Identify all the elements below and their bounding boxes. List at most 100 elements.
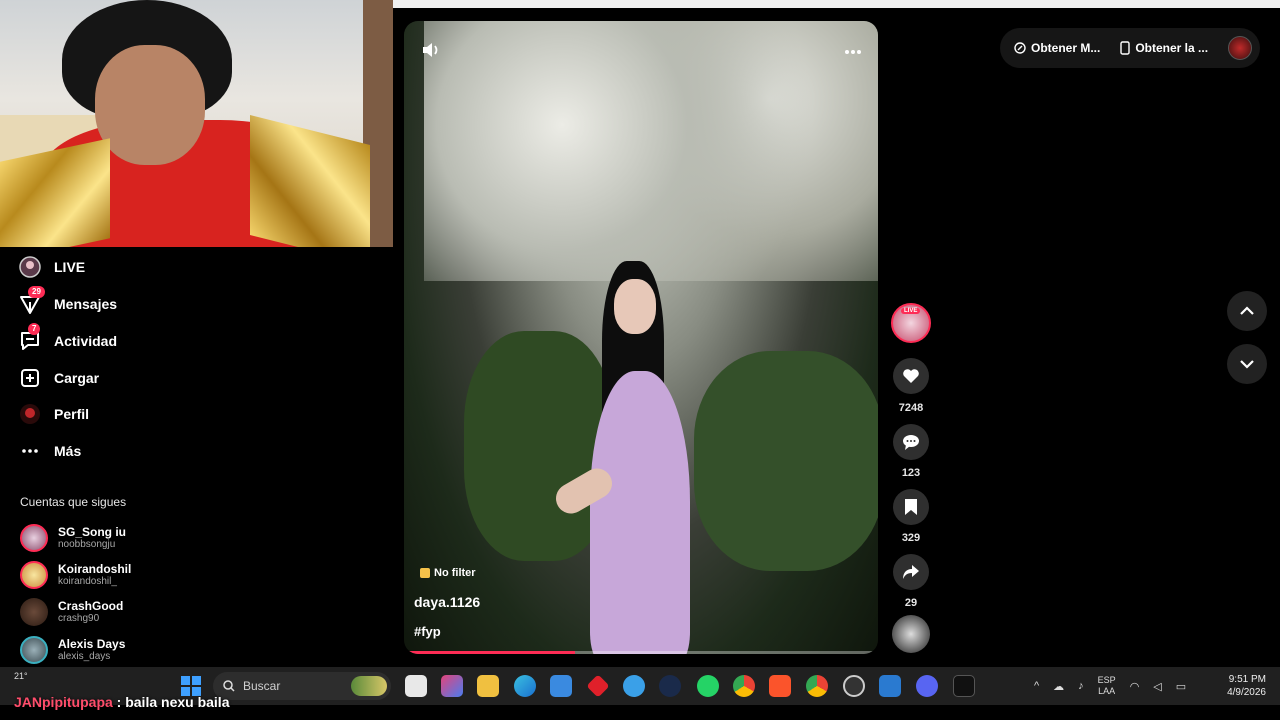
- video-hashtag[interactable]: #fyp: [414, 624, 441, 639]
- account-name: Koirandoshil: [58, 562, 132, 576]
- wifi-icon[interactable]: ◠: [1130, 680, 1140, 693]
- sidebar-item-profile[interactable]: Perfil: [18, 399, 89, 429]
- task-view-icon[interactable]: [405, 675, 427, 697]
- video-person-dress: [590, 371, 690, 654]
- creator-avatar[interactable]: LIVE: [891, 303, 931, 343]
- get-app-button[interactable]: Obtener la ...: [1114, 41, 1214, 55]
- sidebar-item-label: Actividad: [54, 333, 118, 349]
- filter-icon: [420, 568, 430, 578]
- clock-date: 4/9/2026: [1227, 687, 1266, 698]
- stream-chat-message: JANpipitupapa : baila nexu baila: [14, 694, 229, 710]
- chevron-up-icon[interactable]: ^: [1034, 680, 1039, 692]
- following-account[interactable]: SG_Song iu noobbsongju: [20, 522, 126, 554]
- search-icon: [223, 680, 235, 692]
- video-author[interactable]: daya.1126: [414, 594, 480, 610]
- paper-plane-icon: 29: [18, 286, 45, 316]
- whatsapp-icon[interactable]: [697, 675, 719, 697]
- music-disc-icon[interactable]: [892, 615, 930, 653]
- lang-top: ESP: [1097, 675, 1116, 685]
- language-indicator[interactable]: ESP LAA: [1098, 675, 1116, 697]
- weather-widget[interactable]: 21°: [14, 671, 28, 681]
- app-blue-icon[interactable]: [623, 675, 645, 697]
- user-avatar[interactable]: [1228, 36, 1252, 60]
- tiktok-icon[interactable]: [953, 675, 975, 697]
- comment-button[interactable]: [893, 424, 929, 460]
- clock-time: 9:51 PM: [1228, 674, 1266, 685]
- chrome-icon[interactable]: [733, 675, 755, 697]
- system-tray: ^ ☁ ♪ ESP LAA ◠ ◁ ▭: [1034, 667, 1186, 705]
- live-icon: [18, 255, 42, 279]
- sidebar-item-upload[interactable]: Cargar: [18, 363, 99, 393]
- speaker-icon[interactable]: ◁: [1153, 680, 1161, 693]
- taskbar-clock[interactable]: 9:51 PM 4/9/2026: [1227, 673, 1266, 699]
- sidebar-item-label: LIVE: [54, 259, 86, 275]
- following-account[interactable]: Koirandoshil koirandoshil_: [20, 559, 131, 591]
- video-progress-bar[interactable]: [404, 651, 878, 654]
- chevron-up-icon: [1240, 306, 1254, 315]
- discord-icon[interactable]: [916, 675, 938, 697]
- app-red-diamond-icon[interactable]: [586, 674, 610, 698]
- sidebar-item-messages[interactable]: 29 Mensajes: [18, 286, 118, 319]
- phone-icon: [1120, 41, 1131, 55]
- comment-count: 123: [901, 467, 921, 479]
- coin-icon: [1014, 42, 1026, 54]
- sidebar-item-label: Cargar: [54, 370, 100, 386]
- video-progress-fill: [404, 651, 575, 654]
- profile-avatar-icon: [18, 402, 42, 426]
- search-placeholder: Buscar: [243, 679, 281, 693]
- account-handle: koirandoshil_: [58, 576, 117, 587]
- video-player[interactable]: No filter daya.1126 #fyp: [404, 21, 878, 654]
- account-name: CrashGood: [58, 599, 124, 613]
- battery-icon[interactable]: ▭: [1176, 680, 1186, 693]
- windows-start-icon[interactable]: [181, 676, 201, 696]
- top-right-actions: Obtener M... Obtener la ...: [1000, 28, 1260, 68]
- next-video-button[interactable]: [1227, 344, 1267, 384]
- share-button[interactable]: [893, 554, 929, 590]
- video-scene-cherry-tree: [424, 21, 878, 281]
- webcam-gold-foil: [250, 115, 370, 247]
- following-section-title: Cuentas que sigues: [20, 495, 127, 509]
- live-badge: LIVE: [901, 308, 921, 314]
- steam-icon[interactable]: [659, 675, 681, 697]
- plus-square-icon: [18, 366, 42, 390]
- previous-video-button[interactable]: [1227, 291, 1267, 331]
- sidebar-item-label: Más: [54, 443, 82, 459]
- like-button[interactable]: [893, 358, 929, 394]
- sidebar-item-activity[interactable]: 7 Actividad: [18, 323, 118, 356]
- search-highlight-image: [351, 676, 387, 696]
- following-account[interactable]: Alexis Days alexis_days: [20, 634, 125, 666]
- webcam-person-face: [95, 45, 205, 165]
- bookmark-button[interactable]: [893, 489, 929, 525]
- sidebar: LIVE 29 Mensajes 7 Actividad Cargar Perf…: [0, 247, 393, 667]
- sidebar-item-label: Perfil: [54, 406, 90, 422]
- lang-bottom: LAA: [1098, 686, 1116, 696]
- account-name: Alexis Days: [58, 637, 126, 651]
- bookmark-icon: [905, 499, 917, 515]
- cloud-icon[interactable]: ☁: [1053, 680, 1064, 693]
- sidebar-item-live[interactable]: LIVE: [18, 252, 85, 282]
- store-icon[interactable]: [550, 675, 572, 697]
- volume-icon[interactable]: [420, 39, 442, 61]
- file-explorer-icon[interactable]: [477, 675, 499, 697]
- sidebar-item-label: Mensajes: [54, 296, 118, 312]
- microphone-icon[interactable]: ♪: [1078, 680, 1084, 692]
- taskbar-search[interactable]: Buscar: [213, 672, 391, 700]
- following-account[interactable]: CrashGood crashg90: [20, 596, 123, 628]
- chrome-profile-icon[interactable]: [806, 675, 828, 697]
- messages-badge: 29: [28, 286, 45, 298]
- brave-icon[interactable]: [769, 675, 791, 697]
- account-handle: noobbsongju: [58, 539, 116, 550]
- filter-label: No filter: [434, 567, 476, 579]
- edge-icon[interactable]: [514, 675, 536, 697]
- obs-icon[interactable]: [843, 675, 865, 697]
- avatar: [20, 636, 48, 664]
- sidebar-item-more[interactable]: Más: [18, 436, 81, 466]
- more-options-icon[interactable]: [844, 39, 862, 60]
- copilot-icon[interactable]: [441, 675, 463, 697]
- notepad-icon[interactable]: [879, 675, 901, 697]
- chat-username: JANpipitupapa: [14, 694, 113, 710]
- like-count: 7248: [898, 402, 924, 414]
- chevron-down-icon: [1240, 360, 1254, 369]
- get-coins-button[interactable]: Obtener M...: [1008, 41, 1106, 55]
- account-handle: alexis_days: [58, 651, 111, 662]
